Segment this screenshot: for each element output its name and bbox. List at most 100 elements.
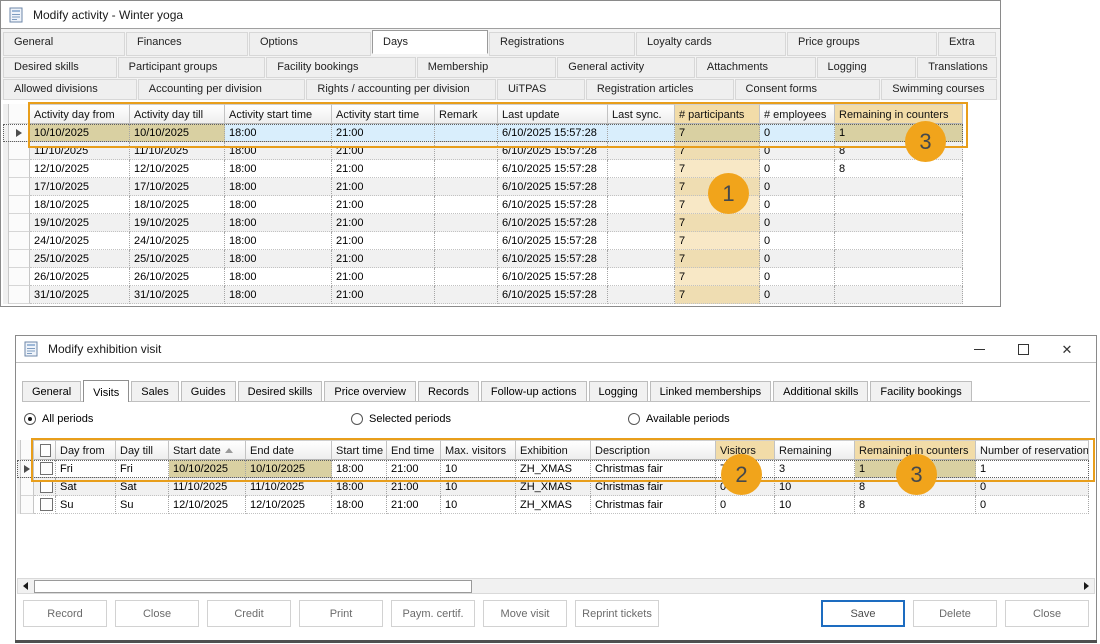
column-header-last-sync-[interactable]: Last sync. bbox=[608, 104, 675, 124]
column-header-start-time[interactable]: Start time bbox=[332, 440, 387, 460]
record-button[interactable]: Record bbox=[23, 600, 107, 627]
tab-desired-skills[interactable]: Desired skills bbox=[3, 57, 117, 78]
cell: 18:00 bbox=[225, 214, 332, 232]
column-header-number-of-reservations[interactable]: Number of reservations bbox=[976, 440, 1089, 460]
column-header-label: Remaining bbox=[779, 443, 832, 459]
credit-button[interactable]: Credit bbox=[207, 600, 291, 627]
radio-available-periods[interactable]: Available periods bbox=[628, 408, 730, 430]
tab-guides[interactable]: Guides bbox=[181, 381, 236, 401]
paym-certif--button[interactable]: Paym. certif. bbox=[391, 600, 475, 627]
tab-membership[interactable]: Membership bbox=[417, 57, 557, 78]
column-header-start-date[interactable]: Start date bbox=[169, 440, 246, 460]
table-row[interactable]: 17/10/202517/10/202518:0021:006/10/2025 … bbox=[3, 178, 963, 196]
tab-additional-skills[interactable]: Additional skills bbox=[773, 381, 868, 401]
tab-options[interactable]: Options bbox=[249, 32, 371, 56]
table-row[interactable]: 19/10/202519/10/202518:0021:006/10/2025 … bbox=[3, 214, 963, 232]
tab-price-overview[interactable]: Price overview bbox=[324, 381, 416, 401]
tab-allowed-divisions[interactable]: Allowed divisions bbox=[3, 79, 137, 100]
column-header-activity-day-till[interactable]: Activity day till bbox=[130, 104, 225, 124]
column-header-description[interactable]: Description bbox=[591, 440, 716, 460]
cell bbox=[835, 232, 963, 250]
column-header-checkbox[interactable] bbox=[34, 440, 56, 460]
column-header-#-employees[interactable]: # employees bbox=[760, 104, 835, 124]
column-header-#-participants[interactable]: # participants bbox=[675, 104, 760, 124]
horizontal-scrollbar[interactable] bbox=[17, 578, 1095, 594]
close-button[interactable]: Close bbox=[1005, 600, 1089, 627]
tab-facility-bookings[interactable]: Facility bookings bbox=[266, 57, 416, 78]
delete-button[interactable]: Delete bbox=[913, 600, 997, 627]
window1-titlebar[interactable]: Modify activity - Winter yoga bbox=[1, 1, 1000, 29]
minimize-icon[interactable] bbox=[972, 342, 986, 356]
tab-general[interactable]: General bbox=[22, 381, 81, 401]
tab-logging[interactable]: Logging bbox=[589, 381, 648, 401]
tab-extra[interactable]: Extra bbox=[938, 32, 996, 56]
scroll-left-icon[interactable] bbox=[18, 579, 33, 593]
tab-finances[interactable]: Finances bbox=[126, 32, 248, 56]
column-header-activity-start-time[interactable]: Activity start time bbox=[332, 104, 435, 124]
tab-price-groups[interactable]: Price groups bbox=[787, 32, 937, 56]
column-header-last-update[interactable]: Last update bbox=[498, 104, 608, 124]
column-header-activity-day-from[interactable]: Activity day from bbox=[30, 104, 130, 124]
tab-follow-up-actions[interactable]: Follow-up actions bbox=[481, 381, 587, 401]
tab-registration-articles[interactable]: Registration articles bbox=[586, 79, 734, 100]
radio-selected-periods[interactable]: Selected periods bbox=[351, 408, 451, 430]
save-button[interactable]: Save bbox=[821, 600, 905, 627]
tab-loyalty-cards[interactable]: Loyalty cards bbox=[636, 32, 786, 56]
tab-consent-forms[interactable]: Consent forms bbox=[735, 79, 881, 100]
table-row[interactable]: SuSu12/10/202512/10/202518:0021:0010ZH_X… bbox=[17, 496, 1089, 514]
column-header-end-date[interactable]: End date bbox=[246, 440, 332, 460]
column-header-remark[interactable]: Remark bbox=[435, 104, 498, 124]
column-header-label: End time bbox=[391, 443, 434, 459]
column-header-end-time[interactable]: End time bbox=[387, 440, 441, 460]
cell: 0 bbox=[760, 124, 835, 142]
tab-sales[interactable]: Sales bbox=[131, 381, 179, 401]
tab-participant-groups[interactable]: Participant groups bbox=[118, 57, 266, 78]
table-row[interactable]: 24/10/202524/10/202518:0021:006/10/2025 … bbox=[3, 232, 963, 250]
tab-records[interactable]: Records bbox=[418, 381, 479, 401]
cell: 18:00 bbox=[225, 196, 332, 214]
tab-linked-memberships[interactable]: Linked memberships bbox=[650, 381, 772, 401]
tab-desired-skills[interactable]: Desired skills bbox=[238, 381, 323, 401]
tab-rights-accounting-per-division[interactable]: Rights / accounting per division bbox=[306, 79, 496, 100]
tab-accounting-per-division[interactable]: Accounting per division bbox=[138, 79, 306, 100]
column-header-exhibition[interactable]: Exhibition bbox=[516, 440, 591, 460]
header-checkbox[interactable] bbox=[40, 444, 51, 457]
column-header-remaining[interactable]: Remaining bbox=[775, 440, 855, 460]
window2-titlebar[interactable]: Modify exhibition visit ✕ bbox=[16, 336, 1096, 363]
reprint-tickets-button[interactable]: Reprint tickets bbox=[575, 600, 659, 627]
table-row[interactable]: 18/10/202518/10/202518:0021:006/10/2025 … bbox=[3, 196, 963, 214]
tab-translations[interactable]: Translations bbox=[917, 57, 997, 78]
tab-general-activity[interactable]: General activity bbox=[557, 57, 695, 78]
table-row[interactable]: 26/10/202526/10/202518:0021:006/10/2025 … bbox=[3, 268, 963, 286]
maximize-icon[interactable] bbox=[1016, 342, 1030, 356]
table-row[interactable]: 10/10/202510/10/202518:0021:006/10/2025 … bbox=[3, 124, 963, 142]
row-checkbox[interactable] bbox=[40, 498, 53, 511]
tab-swimming-courses[interactable]: Swimming courses bbox=[881, 79, 997, 100]
column-header-day-till[interactable]: Day till bbox=[116, 440, 169, 460]
tab-facility-bookings[interactable]: Facility bookings bbox=[870, 381, 971, 401]
row-checkbox[interactable] bbox=[40, 480, 53, 493]
move-visit-button[interactable]: Move visit bbox=[483, 600, 567, 627]
column-header-remaining-in-counters[interactable]: Remaining in counters bbox=[835, 104, 963, 124]
tab-days[interactable]: Days bbox=[372, 30, 488, 54]
tab-registrations[interactable]: Registrations bbox=[489, 32, 635, 56]
table-row[interactable]: 11/10/202511/10/202518:0021:006/10/2025 … bbox=[3, 142, 963, 160]
column-header-activity-start-time[interactable]: Activity start time bbox=[225, 104, 332, 124]
tab-visits[interactable]: Visits bbox=[83, 380, 129, 402]
scroll-right-icon[interactable] bbox=[1079, 579, 1094, 593]
column-header-max-visitors[interactable]: Max. visitors bbox=[441, 440, 516, 460]
close-icon[interactable]: ✕ bbox=[1060, 342, 1074, 356]
tab-attachments[interactable]: Attachments bbox=[696, 57, 816, 78]
table-row[interactable]: 31/10/202531/10/202518:0021:006/10/2025 … bbox=[3, 286, 963, 304]
close-button[interactable]: Close bbox=[115, 600, 199, 627]
tab-logging[interactable]: Logging bbox=[817, 57, 917, 78]
scrollbar-thumb[interactable] bbox=[34, 580, 472, 593]
print-button[interactable]: Print bbox=[299, 600, 383, 627]
radio-all-periods[interactable]: All periods bbox=[24, 408, 93, 430]
table-row[interactable]: 25/10/202525/10/202518:0021:006/10/2025 … bbox=[3, 250, 963, 268]
tab-general[interactable]: General bbox=[3, 32, 125, 56]
column-header-day-from[interactable]: Day from bbox=[56, 440, 116, 460]
tab-uitpas[interactable]: UiTPAS bbox=[497, 79, 585, 100]
table-row[interactable]: 12/10/202512/10/202518:0021:006/10/2025 … bbox=[3, 160, 963, 178]
row-checkbox[interactable] bbox=[40, 462, 53, 475]
